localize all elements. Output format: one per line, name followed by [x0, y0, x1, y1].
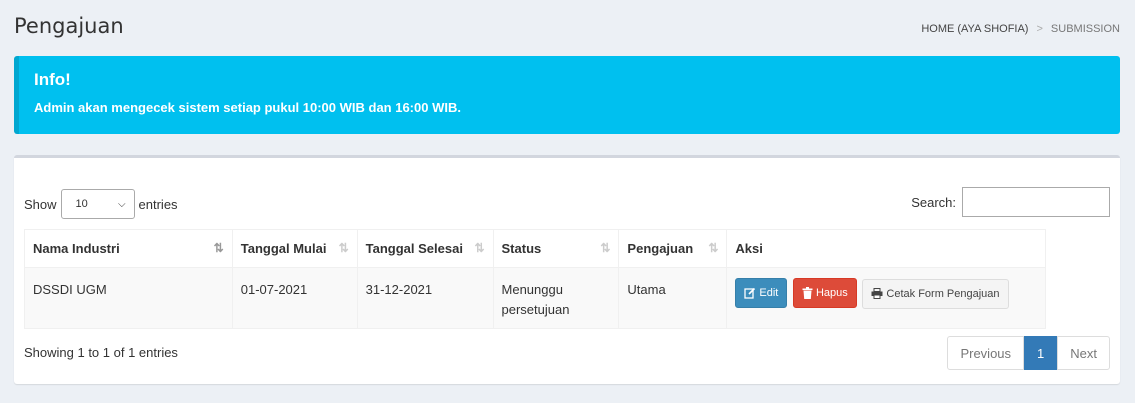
cell-tanggal-mulai: 01-07-2021 [231, 267, 358, 329]
edit-label: Edit [759, 287, 779, 299]
column-header-nama-industri[interactable]: Nama Industri ⇅ [24, 229, 233, 268]
cetak-form-button[interactable]: Cetak Form Pengajuan [862, 278, 1009, 309]
trash-icon [802, 287, 813, 299]
entries-length-control: Show 10 ⌵ entries [24, 189, 178, 219]
breadcrumb-current: SUBMISSION [1050, 23, 1120, 35]
next-page-button[interactable]: Next [1057, 336, 1110, 370]
print-icon [871, 288, 883, 299]
breadcrumb: HOME (AYA SHOFIA) > SUBMISSION [921, 23, 1120, 35]
column-label: Tanggal Selesai [365, 241, 463, 256]
entries-select[interactable]: 10 ⌵ [60, 189, 135, 219]
sort-icon: ⇅ [338, 241, 349, 255]
column-header-tanggal-mulai[interactable]: Tanggal Mulai ⇅ [231, 229, 358, 268]
cetak-label: Cetak Form Pengajuan [886, 287, 1000, 300]
column-header-tanggal-selesai[interactable]: Tanggal Selesai ⇅ [356, 229, 494, 268]
hapus-label: Hapus [815, 287, 848, 299]
chevron-down-icon: ⌵ [117, 198, 126, 210]
edit-button[interactable]: Edit [735, 278, 788, 308]
breadcrumb-separator-icon: > [1036, 23, 1043, 35]
cell-tanggal-selesai: 31-12-2021 [356, 267, 494, 329]
callout-title: Info! [34, 70, 71, 89]
column-label: Nama Industri [33, 241, 120, 256]
entries-label: entries [138, 196, 178, 212]
sort-icon: ⇅ [600, 241, 611, 255]
column-label: Tanggal Mulai [240, 241, 327, 256]
search-input[interactable] [962, 187, 1110, 217]
table-info: Showing 1 to 1 of 1 entries [24, 345, 178, 360]
column-header-aksi: Aksi [726, 229, 1046, 268]
column-label: Status [501, 241, 542, 256]
callout-text: Admin akan mengecek sistem setiap pukul … [34, 100, 461, 115]
table-row: DSSDI UGM 01-07-2021 31-12-2021 Menunggu… [24, 267, 1046, 329]
column-label: Pengajuan [627, 241, 694, 256]
search-label: Search: [911, 194, 956, 210]
page-1-button[interactable]: 1 [1024, 336, 1058, 370]
sort-asc-icon: ⇅ [213, 241, 224, 255]
edit-icon [744, 287, 756, 299]
cell-aksi: Edit Hapus Cetak Form Pengajuan [726, 267, 1046, 329]
column-label: Aksi [735, 241, 763, 256]
previous-page-button[interactable]: Previous [947, 336, 1025, 370]
hapus-button[interactable]: Hapus [792, 278, 857, 308]
sort-icon: ⇅ [474, 241, 485, 255]
column-header-pengajuan[interactable]: Pengajuan ⇅ [618, 229, 728, 268]
page-title: Pengajuan [14, 14, 124, 38]
cell-pengajuan: Utama [618, 267, 728, 329]
cell-status: Menunggu persetujuan [492, 267, 620, 329]
search-control: Search: [911, 187, 1110, 217]
entries-select-value: 10 [75, 198, 88, 210]
submission-table: Nama Industri ⇅ Tanggal Mulai ⇅ Tanggal … [24, 229, 1046, 329]
cell-nama-industri: DSSDI UGM [24, 267, 233, 329]
info-callout: Info! Admin akan mengecek sistem setiap … [14, 56, 1120, 134]
column-header-status[interactable]: Status ⇅ [492, 229, 620, 268]
pagination: Previous 1 Next [947, 336, 1110, 370]
breadcrumb-home[interactable]: HOME (AYA SHOFIA) [921, 23, 1028, 35]
show-label: Show [24, 196, 57, 212]
sort-icon: ⇅ [708, 241, 719, 255]
submission-box: Show 10 ⌵ entries Search: Nama Industri … [14, 155, 1120, 384]
